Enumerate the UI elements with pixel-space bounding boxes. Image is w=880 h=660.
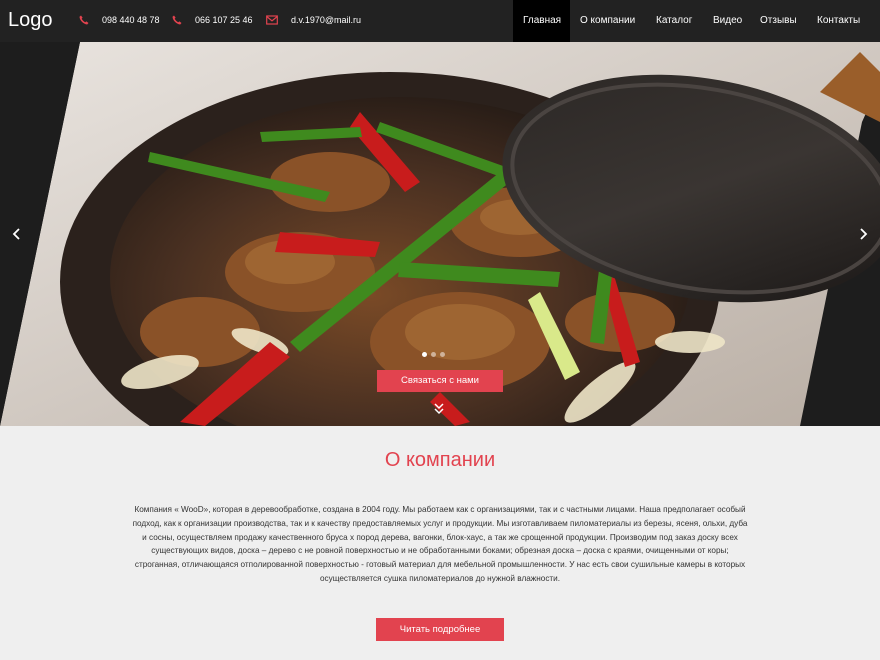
slider-dot-2[interactable] [431, 352, 436, 357]
phone-2-text: 066 107 25 46 [195, 15, 253, 25]
main-nav: Главная О компании Каталог Видео Отзывы … [513, 0, 880, 42]
envelope-icon [266, 15, 278, 25]
logo[interactable]: Logo [8, 9, 53, 32]
phone-1[interactable]: 098 440 48 78 [79, 15, 160, 25]
phone-1-text: 098 440 48 78 [102, 15, 160, 25]
nav-video[interactable]: Видео [711, 0, 759, 42]
nav-contacts[interactable]: Контакты [816, 0, 880, 42]
phone-icon [172, 15, 182, 25]
hero-food-image [0, 42, 880, 426]
read-more-button[interactable]: Читать подробнее [376, 618, 504, 641]
site-header: Logo 098 440 48 78 066 107 25 46 d.v.197… [0, 0, 880, 42]
nav-about[interactable]: О компании [570, 0, 655, 42]
nav-home[interactable]: Главная [513, 0, 570, 42]
nav-catalog[interactable]: Каталог [655, 0, 711, 42]
chevron-right-icon[interactable] [855, 226, 871, 242]
slider-dot-3[interactable] [440, 352, 445, 357]
phone-2[interactable]: 066 107 25 46 [172, 15, 253, 25]
hero-slider: Связаться с нами [0, 42, 880, 426]
about-text: Компания « WooD», которая в деревообрабо… [132, 505, 748, 583]
email-text: d.v.1970@mail.ru [291, 15, 362, 25]
slider-dot-1[interactable] [422, 352, 427, 357]
double-chevron-down-icon[interactable] [432, 402, 446, 416]
contact-us-button[interactable]: Связаться с нами [377, 370, 503, 392]
email-contact[interactable]: d.v.1970@mail.ru [266, 15, 361, 25]
about-title: О компании [384, 449, 496, 471]
chevron-left-icon[interactable] [9, 226, 25, 242]
nav-reviews[interactable]: Отзывы [759, 0, 816, 42]
phone-icon [79, 15, 89, 25]
slider-dots [422, 352, 449, 357]
